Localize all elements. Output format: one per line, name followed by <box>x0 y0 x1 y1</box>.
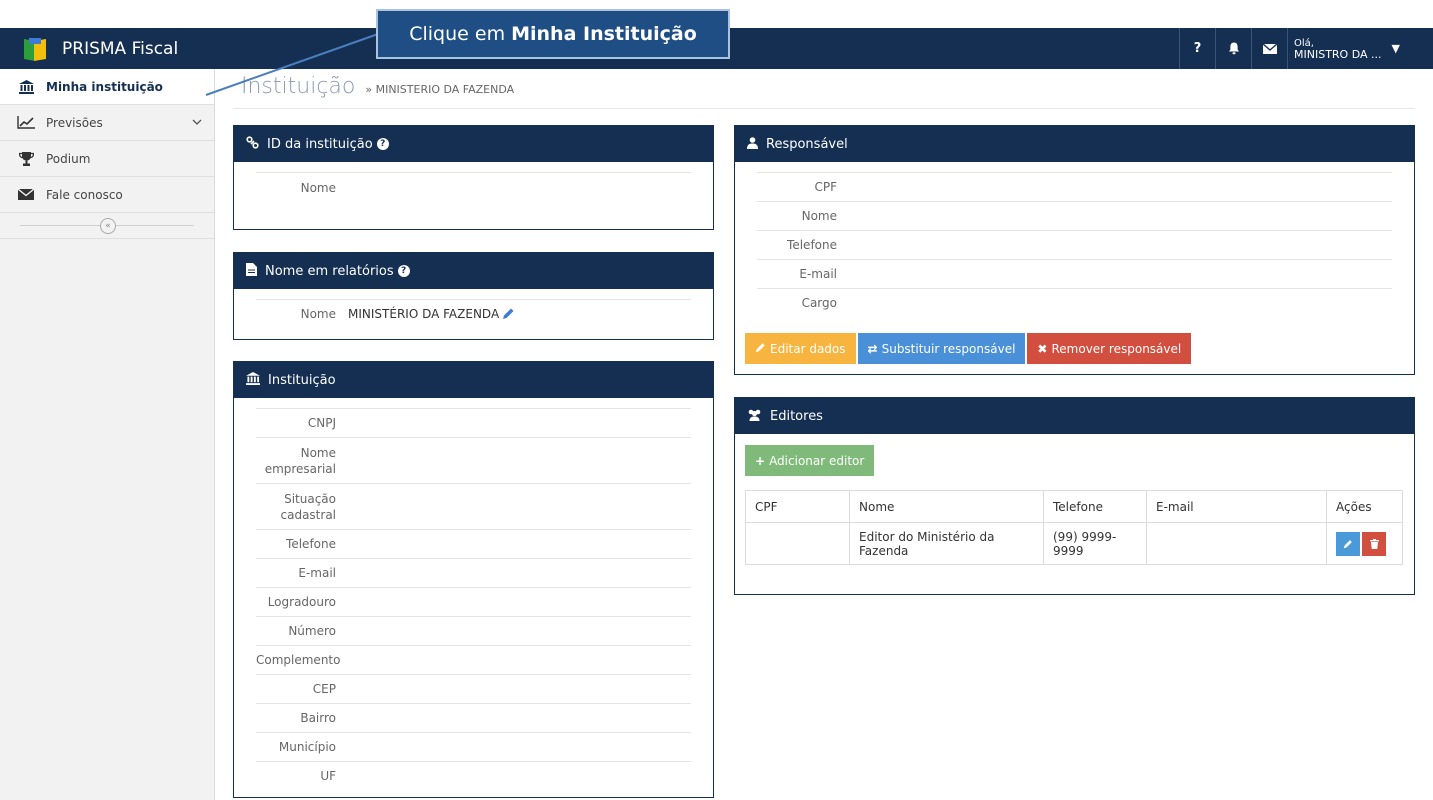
callout-pointer-line <box>205 33 379 96</box>
sidebar-item-label: Previsões <box>46 115 103 130</box>
trash-icon <box>1369 538 1379 549</box>
panel-title: Nome em relatórios <box>265 263 394 279</box>
envelope-icon <box>16 189 36 200</box>
edit-editor-button[interactable] <box>1336 531 1360 556</box>
info-row: Complemento <box>256 645 691 674</box>
callout-prefix: Clique em <box>409 23 506 45</box>
question-circle-icon[interactable]: ? <box>397 265 410 277</box>
collapse-sidebar-button[interactable]: « <box>100 218 116 234</box>
user-menu[interactable]: Olá, MINISTRO DA ... ▼ <box>1287 28 1433 69</box>
responsible-actions: Editar dados ⇄ Substituir responsável ✖ … <box>745 333 1192 364</box>
info-row: CEP <box>256 674 691 703</box>
callout-annotation: Clique em Minha Instituição <box>376 9 730 59</box>
top-actions: ? Olá, MINISTRO DA ... ▼ <box>1179 28 1433 69</box>
info-row: Cargo <box>757 288 1392 317</box>
pencil-icon <box>755 342 766 356</box>
panel-title: ID da instituição <box>267 136 373 152</box>
report-name-panel: Nome em relatórios ? Nome MINISTÉRIO DA … <box>233 252 714 340</box>
editors-panel: Editores + Adicionar editor CPF Nome Tel… <box>734 397 1415 595</box>
table-row: Editor do Ministério da Fazenda (99) 999… <box>745 522 1403 565</box>
responsible-panel-header: Responsável <box>735 126 1414 162</box>
chart-line-icon <box>16 116 36 129</box>
caret-down-icon: ▼ <box>1391 42 1400 55</box>
user-icon <box>747 136 758 152</box>
file-icon <box>246 263 257 279</box>
user-name: MINISTRO DA ... <box>1294 47 1382 61</box>
info-row: Bairro <box>256 703 691 732</box>
sidebar-item-label: Fale conosco <box>46 187 123 202</box>
envelope-icon <box>1262 43 1277 54</box>
info-row: Nome MINISTÉRIO DA FAZENDA <box>256 299 691 327</box>
editors-table: CPF Nome Telefone E-mail Ações Editor do… <box>745 490 1403 565</box>
callout-bold: Minha Instituição <box>511 23 697 45</box>
info-row: UF <box>256 761 691 790</box>
responsible-panel: Responsável CPF Nome Telefone E-mail Car… <box>734 125 1415 375</box>
info-row: Telefone <box>757 230 1392 259</box>
user-greeting: Olá, <box>1294 37 1314 49</box>
info-row: Nome empresarial <box>256 437 691 483</box>
exchange-icon: ⇄ <box>867 341 878 356</box>
question-circle-icon[interactable]: ? <box>376 138 389 150</box>
replace-responsible-button[interactable]: ⇄ Substituir responsável <box>857 333 1026 364</box>
add-editor-button[interactable]: + Adicionar editor <box>745 445 875 476</box>
editors-panel-header: Editores <box>735 398 1414 434</box>
close-icon: ✖ <box>1037 341 1048 356</box>
edit-data-button[interactable]: Editar dados <box>745 333 856 364</box>
sidebar: Minha instituição Previsões Podium Fale … <box>0 69 215 800</box>
pencil-icon <box>1343 539 1352 548</box>
sidebar-item-previsoes[interactable]: Previsões <box>0 105 214 141</box>
chevron-down-icon <box>192 117 202 128</box>
institution-panel: Instituição CNPJ Nome empresarial Situaç… <box>233 361 714 798</box>
delete-editor-button[interactable] <box>1362 531 1386 556</box>
help-icon: ? <box>1193 41 1202 56</box>
users-icon <box>747 409 762 424</box>
table-header-row: CPF Nome Telefone E-mail Ações <box>745 490 1403 523</box>
link-icon <box>246 136 259 152</box>
bank-icon <box>246 372 260 388</box>
info-row: Telefone <box>256 529 691 558</box>
id-panel-header: ID da instituição ? <box>234 126 713 162</box>
info-row: Município <box>256 732 691 761</box>
info-row: CNPJ <box>256 408 691 437</box>
help-button[interactable]: ? <box>1179 28 1215 69</box>
panel-title: Responsável <box>766 136 848 152</box>
trophy-icon <box>16 151 36 166</box>
bell-icon <box>1228 42 1239 55</box>
info-row: Nome <box>256 172 691 202</box>
sidebar-collapse-row: « <box>0 213 214 239</box>
remove-responsible-button[interactable]: ✖ Remover responsável <box>1027 333 1192 364</box>
id-panel: ID da instituição ? Nome <box>233 125 714 230</box>
pencil-icon[interactable] <box>502 307 515 320</box>
panel-title: Editores <box>770 408 823 424</box>
sidebar-item-podium[interactable]: Podium <box>0 141 214 177</box>
info-row: E-mail <box>256 558 691 587</box>
info-row: Número <box>256 616 691 645</box>
info-row: Situação cadastral <box>256 483 691 529</box>
sidebar-item-fale-conosco[interactable]: Fale conosco <box>0 177 214 213</box>
messages-button[interactable] <box>1251 28 1287 69</box>
notifications-button[interactable] <box>1215 28 1251 69</box>
info-row: Nome <box>757 201 1392 230</box>
info-row: Logradouro <box>256 587 691 616</box>
info-row: CPF <box>757 172 1392 201</box>
info-row: E-mail <box>757 259 1392 288</box>
plus-icon: + <box>755 453 766 468</box>
institution-panel-header: Instituição <box>234 362 713 398</box>
report-name-panel-header: Nome em relatórios ? <box>234 253 713 289</box>
sidebar-item-label: Podium <box>46 151 91 166</box>
panel-title: Instituição <box>268 372 336 388</box>
